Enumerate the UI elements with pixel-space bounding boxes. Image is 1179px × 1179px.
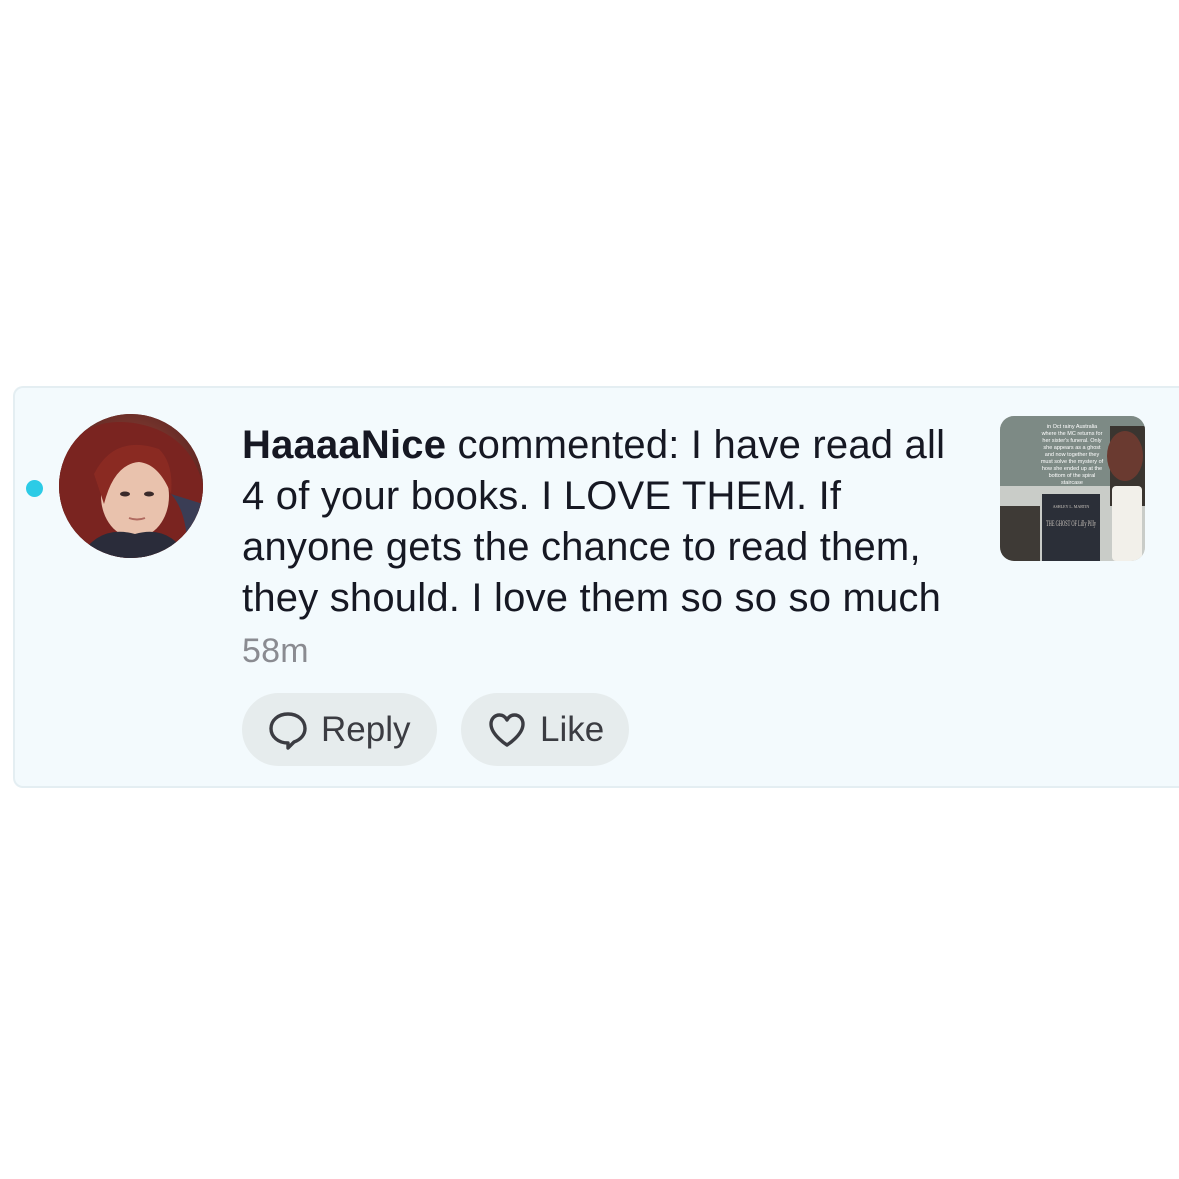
notification-page: HaaaaNice commented: I have read all 4 o… [0,0,1179,1179]
reply-label: Reply [321,709,411,749]
unread-indicator [26,480,43,497]
svg-text:staircase: staircase [1061,480,1083,486]
svg-text:must solve the mystery of: must solve the mystery of [1041,459,1104,465]
thumb-overlay-text: in Oct rainy Australia where the MC retu… [1041,424,1104,486]
thumbnail-image: ASHLEY L. MARTIN THE GHOST OF Lilly Pill… [1000,416,1145,561]
thumb-title: THE GHOST OF Lilly Pilly [1046,519,1096,528]
like-button[interactable]: Like [461,693,629,766]
svg-text:where the MC returns for: where the MC returns for [1041,431,1103,437]
video-thumbnail[interactable]: ASHLEY L. MARTIN THE GHOST OF Lilly Pill… [1000,416,1145,561]
timestamp: 58m [242,632,309,670]
comment-text: HaaaaNice commented: I have read all 4 o… [242,420,962,677]
comment-notification-card[interactable]: HaaaaNice commented: I have read all 4 o… [13,386,1179,788]
svg-text:how she ended up at the: how she ended up at the [1042,466,1102,472]
like-label: Like [540,709,605,749]
reply-button[interactable]: Reply [242,693,437,766]
svg-text:she appears as a ghost: she appears as a ghost [1043,445,1101,451]
heart-outline-icon [486,709,528,751]
svg-text:her sister's funeral. Only: her sister's funeral. Only [1042,438,1101,444]
avatar[interactable] [59,414,203,558]
svg-text:in Oct rainy Australia: in Oct rainy Australia [1047,424,1098,430]
svg-text:and now together they: and now together they [1045,452,1100,458]
speech-bubble-icon [267,709,309,751]
thumb-author: ASHLEY L. MARTIN [1053,504,1090,509]
svg-text:bottom of the spiral: bottom of the spiral [1049,473,1096,479]
username[interactable]: HaaaaNice [242,423,446,467]
comment-action: commented: [446,423,691,467]
avatar-image [59,414,203,558]
